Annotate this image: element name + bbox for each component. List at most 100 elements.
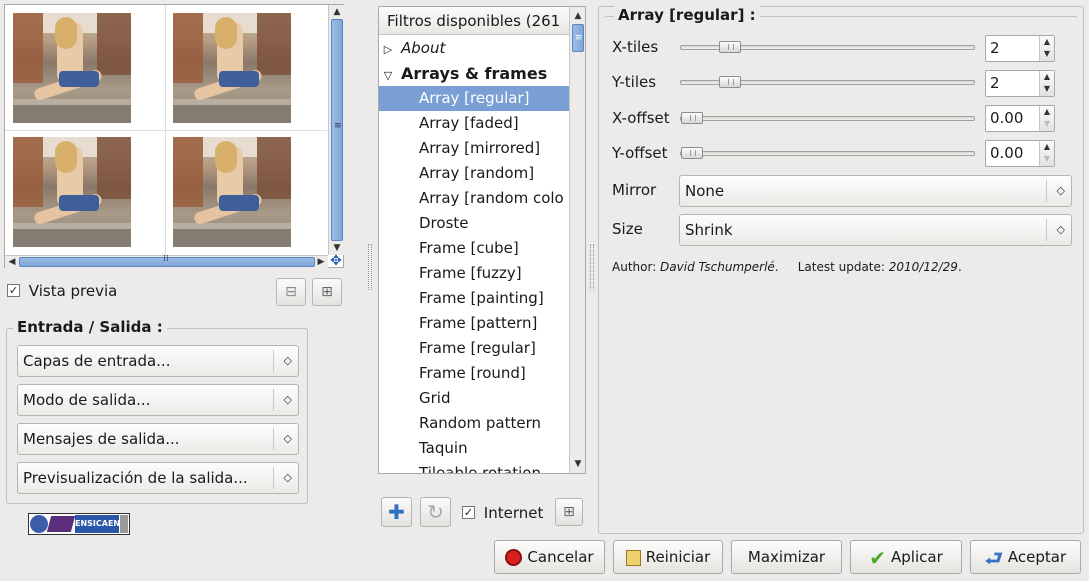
zoom-out-button[interactable]: ⊟	[276, 278, 306, 306]
slider-handle[interactable]	[719, 76, 741, 88]
input-layers-select[interactable]: Capas de entrada... ◇	[17, 345, 299, 377]
filter-item[interactable]: Frame [pattern]	[379, 311, 569, 336]
scroll-right-icon[interactable]: ▶	[314, 255, 328, 269]
splitter-handle[interactable]	[590, 244, 594, 290]
filter-item[interactable]: Array [regular]	[379, 86, 569, 111]
collapsed-triangle-icon[interactable]: ▷	[381, 37, 395, 61]
grip-icon: ≡	[334, 121, 342, 131]
apply-label: Aplicar	[891, 548, 943, 566]
preview-image	[5, 5, 327, 257]
scroll-down-icon[interactable]: ▼	[571, 457, 585, 471]
spin-down-icon[interactable]: ▼	[1040, 48, 1054, 60]
author-name: David Tschumperlé	[660, 260, 775, 274]
preview-vertical-scrollbar[interactable]: ▲ ≡ ▼	[328, 5, 344, 255]
filter-item[interactable]: ▽ Arrays & frames	[379, 61, 569, 86]
output-messages-select[interactable]: Mensajes de salida... ◇	[17, 423, 299, 455]
filter-item[interactable]: Droste	[379, 211, 569, 236]
preview-tile	[13, 137, 131, 247]
updown-icon: ◇	[283, 393, 292, 406]
xoffset-spinbox[interactable]: 0.00 ▲ ▼	[985, 105, 1055, 132]
filter-item[interactable]: Frame [cube]	[379, 236, 569, 261]
filter-item[interactable]: Frame [round]	[379, 361, 569, 386]
xoffset-slider[interactable]	[680, 112, 975, 124]
accept-button[interactable]: ⮐ Aceptar	[970, 540, 1081, 574]
author-prefix: Author:	[612, 260, 661, 274]
filter-item-label: Droste	[419, 214, 469, 232]
output-preview-select[interactable]: Previsualización de la salida... ◇	[17, 462, 299, 494]
spin-up-icon[interactable]: ▲	[1040, 106, 1054, 118]
filter-item[interactable]: ▷ About	[379, 36, 569, 61]
preview-horizontal-scrollbar[interactable]: ◀ ⁞⁞ ▶	[5, 254, 328, 269]
filter-item[interactable]: Taquin	[379, 436, 569, 461]
spin-up-icon[interactable]: ▲	[1040, 71, 1054, 83]
apply-button[interactable]: ✔ Aplicar	[850, 540, 962, 574]
scroll-up-icon[interactable]: ▲	[571, 9, 585, 23]
size-select[interactable]: Shrink ◇	[679, 214, 1072, 246]
maximize-button[interactable]: Maximizar	[731, 540, 842, 574]
spin-down-icon: ▼	[1043, 119, 1051, 128]
scroll-left-icon[interactable]: ◀	[5, 255, 19, 269]
add-favorite-button[interactable]: ✚	[381, 497, 412, 527]
ytiles-slider[interactable]	[680, 76, 975, 88]
filter-item[interactable]: Frame [painting]	[379, 286, 569, 311]
spin-down-icon[interactable]: ▼	[1040, 83, 1054, 95]
filter-item[interactable]: Frame [fuzzy]	[379, 261, 569, 286]
filter-tree-header[interactable]: Filtros disponibles (261	[379, 7, 571, 35]
slider-handle[interactable]	[719, 41, 741, 53]
xtiles-spinbox[interactable]: 2 ▲ ▼	[985, 35, 1055, 62]
filter-item-label: Array [faded]	[419, 114, 519, 132]
splitter-handle[interactable]	[368, 244, 372, 290]
yoffset-slider[interactable]	[680, 147, 975, 159]
checkbox-mark[interactable]: ✓	[7, 284, 20, 297]
filter-item[interactable]: Array [mirrored]	[379, 136, 569, 161]
yoffset-spinbox[interactable]: 0.00 ▲ ▼	[985, 140, 1055, 167]
filter-tree[interactable]: Filtros disponibles (261 ▷ About ▽ Arrays &…	[378, 6, 586, 474]
filter-item-label: Frame [regular]	[419, 339, 536, 357]
spin-up-icon[interactable]: ▲	[1040, 36, 1054, 48]
mirror-select[interactable]: None ◇	[679, 175, 1072, 207]
cancel-button[interactable]: Cancelar	[494, 540, 605, 574]
filter-item[interactable]: Random pattern	[379, 411, 569, 436]
preview-checkbox[interactable]: ✓ Vista previa	[7, 281, 117, 300]
xtiles-value[interactable]: 2	[990, 36, 1000, 61]
slider-handle[interactable]	[681, 147, 703, 159]
filter-item-label: Grid	[419, 389, 451, 407]
xoffset-value[interactable]: 0.00	[990, 106, 1023, 131]
zoom-in-button[interactable]: ⊞	[312, 278, 342, 306]
filter-item[interactable]: Array [random]	[379, 161, 569, 186]
output-mode-value: Modo de salida...	[23, 391, 151, 409]
output-messages-value: Mensajes de salida...	[23, 430, 180, 448]
slider-handle[interactable]	[681, 112, 703, 124]
xtiles-label: X-tiles	[612, 38, 659, 56]
filter-item-label: Tileable rotation	[419, 464, 541, 474]
expand-all-button[interactable]: ⊞	[555, 498, 583, 526]
preview-panel[interactable]: ▲ ≡ ▼ ◀ ⁞⁞ ▶ ✥	[4, 4, 344, 268]
output-mode-select[interactable]: Modo de salida... ◇	[17, 384, 299, 416]
xtiles-slider[interactable]	[680, 41, 975, 53]
filter-item-label: About	[401, 39, 446, 57]
expanded-triangle-icon[interactable]: ▽	[381, 63, 395, 86]
plus-box-icon: ⊞	[563, 504, 575, 520]
filter-item[interactable]: Array [random colo	[379, 186, 569, 211]
move-icon[interactable]: ✥	[329, 254, 343, 268]
spin-up-icon[interactable]: ▲	[1040, 141, 1054, 153]
filter-item-label: Frame [round]	[419, 364, 526, 382]
filter-item[interactable]: Array [faded]	[379, 111, 569, 136]
ytiles-value[interactable]: 2	[990, 71, 1000, 96]
yoffset-value[interactable]: 0.00	[990, 141, 1023, 166]
maximize-label: Maximizar	[747, 548, 826, 566]
internet-checkbox[interactable]: ✓ Internet	[462, 503, 543, 522]
scroll-up-icon[interactable]: ▲	[330, 5, 344, 19]
refresh-button[interactable]: ↻	[420, 497, 451, 527]
reset-button[interactable]: Reiniciar	[613, 540, 723, 574]
yoffset-label: Y-offset	[612, 144, 668, 162]
filter-tree-scrollbar[interactable]: ▲ ≡ ▼	[569, 7, 585, 473]
spin-down-icon: ▼	[1043, 154, 1051, 163]
checkbox-mark[interactable]: ✓	[462, 506, 475, 519]
filter-item-label: Arrays & frames	[401, 64, 548, 83]
filter-item[interactable]: Frame [regular]	[379, 336, 569, 361]
filter-item[interactable]: Tileable rotation	[379, 461, 569, 474]
ytiles-spinbox[interactable]: 2 ▲ ▼	[985, 70, 1055, 97]
filter-item[interactable]: Grid	[379, 386, 569, 411]
filter-item-label: Array [mirrored]	[419, 139, 541, 157]
